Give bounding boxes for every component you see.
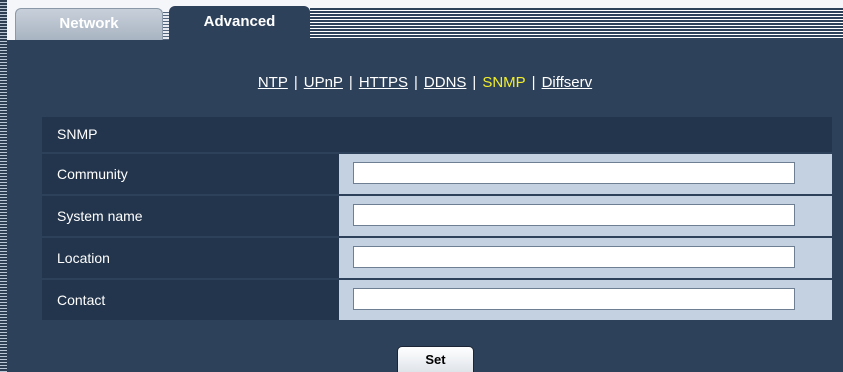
- subnav-separator: |: [472, 74, 477, 91]
- main-panel: NTP | UPnP | HTTPS | DDNS | SNMP | Diffserv SNMP C…: [7, 40, 843, 372]
- subnav-link-diffserv[interactable]: Diffserv: [542, 74, 593, 91]
- set-button[interactable]: Set: [397, 346, 474, 372]
- system-name-input[interactable]: [353, 204, 795, 226]
- location-input[interactable]: [353, 246, 795, 268]
- left-edge-stripes: [0, 0, 7, 372]
- community-label: Community: [42, 154, 339, 194]
- contact-label: Contact: [42, 280, 339, 320]
- contact-input[interactable]: [353, 288, 795, 310]
- system-name-label: System name: [42, 196, 339, 236]
- form-row-community: Community: [42, 154, 832, 194]
- section-title: SNMP: [42, 117, 832, 152]
- contact-cell: [339, 280, 832, 320]
- subnav-separator: |: [293, 74, 298, 91]
- subnav-separator: |: [531, 74, 536, 91]
- community-input[interactable]: [353, 162, 795, 184]
- location-label: Location: [42, 238, 339, 278]
- subnav-link-snmp[interactable]: SNMP: [482, 74, 525, 91]
- subnav-link-https[interactable]: HTTPS: [359, 74, 408, 91]
- community-cell: [339, 154, 832, 194]
- form-row-system-name: System name: [42, 196, 832, 236]
- subnav-link-upnp[interactable]: UPnP: [304, 74, 343, 91]
- form-row-contact: Contact: [42, 280, 832, 320]
- system-name-cell: [339, 196, 832, 236]
- location-cell: [339, 238, 832, 278]
- subnav-separator: |: [414, 74, 418, 91]
- tab-strip-fill: [310, 8, 843, 40]
- snmp-form: SNMP Community System name Location Cont…: [42, 117, 832, 320]
- subnav-link-ntp[interactable]: NTP: [258, 74, 288, 91]
- tab-strip: Network Advanced: [7, 0, 843, 40]
- tab-advanced[interactable]: Advanced: [169, 6, 310, 40]
- sub-navigation: NTP | UPnP | HTTPS | DDNS | SNMP | Diffserv: [7, 74, 843, 91]
- form-row-location: Location: [42, 238, 832, 278]
- subnav-link-ddns[interactable]: DDNS: [424, 74, 467, 91]
- tab-network[interactable]: Network: [15, 8, 163, 40]
- subnav-separator: |: [348, 74, 353, 91]
